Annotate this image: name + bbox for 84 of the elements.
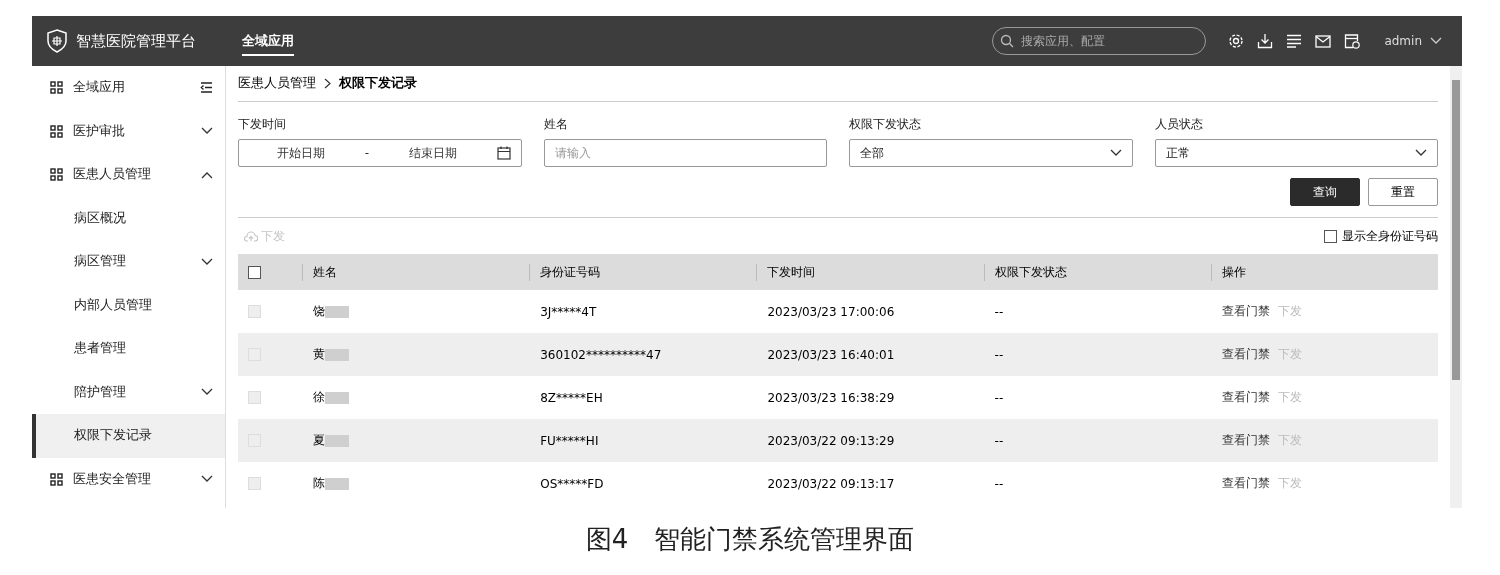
column-header: 姓名 xyxy=(313,263,337,281)
app-title: 智慧医院管理平台 xyxy=(76,31,196,51)
collapse-menu-icon[interactable] xyxy=(200,82,213,94)
sidebar-item[interactable]: 医患安全管理 xyxy=(32,457,225,501)
table-cell: 2023/03/23 16:40:01 xyxy=(767,347,895,362)
calendar-icon xyxy=(496,146,511,160)
breadcrumb-item: 权限下发记录 xyxy=(339,75,417,92)
table-cell: -- xyxy=(994,390,1004,405)
scrollbar[interactable] xyxy=(1450,66,1462,508)
sidebar-subitem[interactable]: 病区管理 xyxy=(32,240,225,284)
mail-icon[interactable] xyxy=(1315,34,1332,48)
chevron-down-icon[interactable] xyxy=(201,475,213,484)
table-cell: 360102**********47 xyxy=(540,347,662,362)
table-cell: 3J*****4T xyxy=(540,304,597,319)
field-label: 权限下发状态 xyxy=(849,116,922,133)
sidebar-subitem[interactable]: 病区概况 xyxy=(32,196,225,240)
breadcrumb-item[interactable]: 医患人员管理 xyxy=(238,75,316,92)
table-cell: 黄 xyxy=(313,346,325,363)
table-cell: 2023/03/23 17:00:06 xyxy=(767,304,895,319)
query-button[interactable]: 查询 xyxy=(1290,178,1360,206)
field-label: 下发时间 xyxy=(238,116,287,133)
table-cell: -- xyxy=(994,347,1004,362)
search-icon xyxy=(1000,34,1015,48)
column-header: 操作 xyxy=(1221,263,1246,281)
name-input-field[interactable]: 请输入 xyxy=(543,139,827,167)
chevron-right-icon xyxy=(324,78,331,89)
list-icon[interactable] xyxy=(1286,34,1303,48)
sidebar-item[interactable]: 医患人员管理 xyxy=(32,153,225,197)
checkbox-label: 显示全身份证号码 xyxy=(1342,227,1438,245)
column-header: 身份证号码 xyxy=(540,263,601,281)
cloud-upload-icon xyxy=(244,230,258,242)
settings-icon[interactable] xyxy=(1228,33,1245,49)
table-cell: 2023/03/22 09:13:17 xyxy=(767,476,895,491)
person-status-dropdown[interactable]: 正常 xyxy=(1154,139,1438,167)
chevron-down-icon[interactable] xyxy=(201,257,213,266)
search-field[interactable]: 搜索应用、配置 xyxy=(992,27,1207,55)
reset-button[interactable]: 重置 xyxy=(1368,178,1438,206)
table-cell: 夏 xyxy=(313,432,325,449)
sidebar-subitem[interactable]: 内部人员管理 xyxy=(32,283,225,327)
table-cell: -- xyxy=(994,304,1004,319)
chevron-up-icon[interactable] xyxy=(201,170,213,179)
table-cell: 8Z*****EH xyxy=(540,390,603,405)
table-cell: -- xyxy=(994,433,1004,448)
date-range-field[interactable]: 开始日期 - 结束日期 xyxy=(238,139,522,167)
sidebar-subitem[interactable]: 患者管理 xyxy=(32,327,225,371)
chevron-down-icon xyxy=(1430,37,1442,45)
checkbox[interactable] xyxy=(248,265,261,279)
chevron-down-icon[interactable] xyxy=(1109,149,1122,157)
checkbox[interactable] xyxy=(1324,229,1337,243)
user-menu[interactable]: admin xyxy=(1378,33,1448,49)
table-cell: OS*****FD xyxy=(540,476,604,491)
table-cell: FU*****HI xyxy=(540,433,599,448)
table-cell: 2023/03/23 16:38:29 xyxy=(767,390,895,405)
grid-icon xyxy=(50,81,63,95)
column-header: 下发时间 xyxy=(767,263,816,281)
calendar-clock-icon[interactable] xyxy=(1344,33,1361,49)
sidebar-subitem[interactable]: 陪护管理 xyxy=(32,370,225,414)
download-icon[interactable] xyxy=(1257,33,1274,49)
blurred-text xyxy=(325,348,349,361)
figure-caption: 图4 智能门禁系统管理界面 xyxy=(584,523,916,556)
field-label: 人员状态 xyxy=(1154,116,1204,133)
nav-tab[interactable]: 全域应用 xyxy=(242,26,294,56)
shield-logo-icon xyxy=(46,29,68,53)
status-dropdown[interactable]: 全部 xyxy=(849,139,1133,167)
table-cell: 徐 xyxy=(313,389,325,406)
blurred-text xyxy=(325,434,349,447)
table-cell: -- xyxy=(994,476,1004,491)
blurred-text xyxy=(325,391,349,404)
table-cell: 饶 xyxy=(313,303,325,320)
table-cell: 陈 xyxy=(313,475,325,492)
sidebar-item[interactable]: 医护审批 xyxy=(32,109,225,153)
table-cell: 2023/03/22 09:13:29 xyxy=(767,433,895,448)
chevron-down-icon[interactable] xyxy=(201,388,213,397)
chevron-down-icon[interactable] xyxy=(1415,149,1427,157)
grid-icon xyxy=(50,472,63,486)
column-header: 权限下发状态 xyxy=(994,263,1067,281)
field-label: 姓名 xyxy=(543,116,569,133)
grid-icon xyxy=(50,168,63,182)
blurred-text xyxy=(325,477,349,490)
sidebar-subitem[interactable]: 权限下发记录 xyxy=(32,414,225,458)
sidebar-item[interactable]: 全域应用 xyxy=(32,66,225,110)
blurred-text xyxy=(325,305,349,318)
grid-icon xyxy=(50,124,63,138)
chevron-down-icon[interactable] xyxy=(201,127,213,136)
